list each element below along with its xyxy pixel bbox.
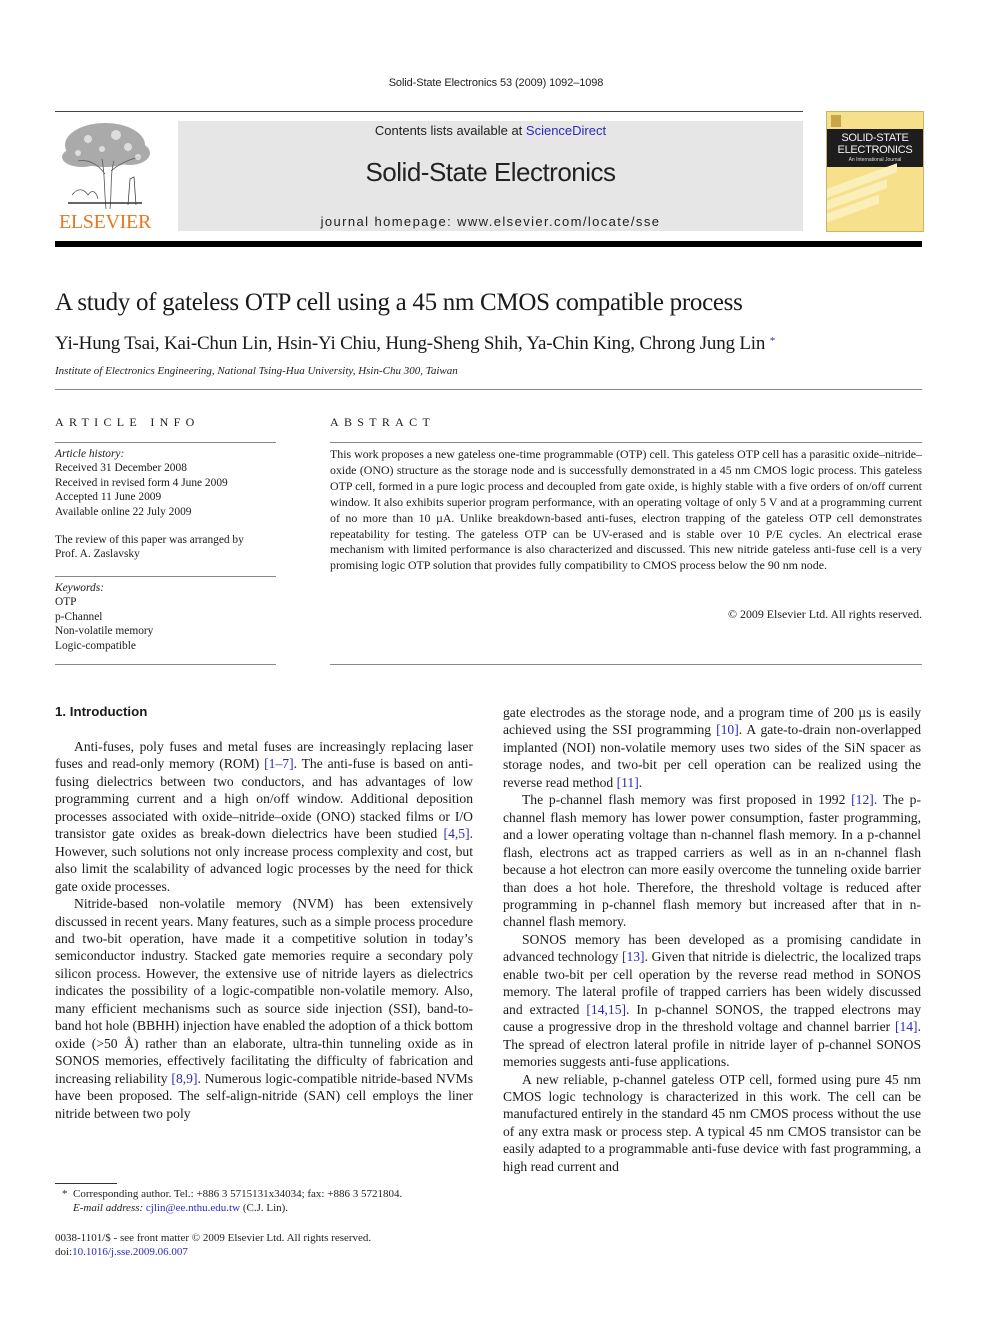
section-heading-introduction: 1. Introduction: [55, 704, 148, 719]
article-history: Article history: Received 31 December 20…: [55, 447, 280, 519]
affiliation: Institute of Electronics Engineering, Na…: [55, 365, 458, 377]
sciencedirect-link[interactable]: ScienceDirect: [526, 123, 606, 138]
keyword: Non-volatile memory: [55, 625, 154, 638]
issn-line: 0038-1101/$ - see front matter © 2009 El…: [55, 1232, 372, 1244]
body-paragraph: A new reliable, p-channel gateless OTP c…: [503, 1071, 921, 1176]
divider: [55, 442, 276, 443]
masthead-banner: Contents lists available at ScienceDirec…: [178, 121, 803, 231]
elsevier-tree-icon: [62, 123, 150, 210]
doi-link[interactable]: 10.1016/j.sse.2009.06.007: [72, 1246, 188, 1258]
running-head: Solid-State Electronics 53 (2009) 1092–1…: [388, 77, 604, 89]
body-column-right: gate electrodes as the storage node, and…: [503, 704, 921, 1175]
cover-subtitle: An International Journal: [848, 157, 902, 163]
keywords-label: Keywords:: [55, 582, 104, 594]
body-column-left: Anti-fuses, poly fuses and metal fuses a…: [55, 738, 473, 1122]
elsevier-logo[interactable]: ELSEVIER: [55, 119, 155, 234]
front-matter: 0038-1101/$ - see front matter © 2009 El…: [55, 1231, 371, 1260]
keyword: Logic-compatible: [55, 639, 136, 652]
citation-link[interactable]: [13]: [622, 949, 645, 964]
email-link[interactable]: cjlin@ee.nthu.edu.tw: [146, 1202, 240, 1214]
contents-prefix: Contents lists available at: [374, 123, 526, 138]
homepage-prefix: journal homepage:: [320, 214, 458, 229]
corresponding-author-footnote: * Corresponding author. Tel.: +886 3 571…: [62, 1187, 402, 1216]
keyword: p-Channel: [55, 610, 103, 623]
citation-link[interactable]: [14]: [895, 1019, 918, 1034]
body-text: A new reliable, p-channel gateless OTP c…: [503, 1071, 921, 1174]
citation-link[interactable]: [8,9]: [171, 1071, 197, 1086]
cover-title-line1: SOLID-STATE: [841, 132, 909, 144]
keywords: Keywords: OTP p-Channel Non-volatile mem…: [55, 581, 280, 653]
cover-title-line2: ELECTRONICS: [837, 144, 913, 156]
divider: [55, 576, 276, 577]
body-text: . The p-channel flash memory has lower p…: [503, 792, 921, 930]
abstract-text: This work proposes a new gateless one-ti…: [330, 447, 922, 573]
article-info-heading: ARTICLE INFO: [55, 415, 200, 429]
cover-publisher-mark-icon: [831, 115, 841, 127]
journal-cover-thumbnail[interactable]: SOLID-STATE ELECTRONICS An International…: [826, 111, 924, 232]
divider: [55, 389, 922, 390]
doi-line: doi:10.1016/j.sse.2009.06.007: [55, 1245, 371, 1259]
body-paragraph: gate electrodes as the storage node, and…: [503, 704, 921, 791]
divider: [55, 664, 276, 665]
doi-prefix: doi:: [55, 1246, 73, 1259]
journal-title: Solid-State Electronics: [365, 157, 616, 187]
body-paragraph: Anti-fuses, poly fuses and metal fuses a…: [55, 738, 473, 895]
footnote-contact: Corresponding author. Tel.: +886 3 57151…: [73, 1188, 403, 1200]
body-text: The p-channel flash memory was first pro…: [522, 792, 852, 808]
history-item: Received in revised form 4 June 2009: [55, 476, 228, 489]
history-item: Received 31 December 2008: [55, 462, 187, 475]
abstract-copyright: © 2009 Elsevier Ltd. All rights reserved…: [728, 607, 922, 621]
footnote-email-line: E-mail address: cjlin@ee.nthu.edu.tw (C.…: [62, 1201, 402, 1215]
body-paragraph: SONOS memory has been developed as a pro…: [503, 931, 921, 1071]
body-paragraph: Nitride-based non-volatile memory (NVM) …: [55, 895, 473, 1122]
citation-link[interactable]: [11]: [617, 775, 639, 790]
body-paragraph: The p-channel flash memory was first pro…: [503, 791, 921, 931]
citation-link[interactable]: [4,5]: [444, 826, 470, 841]
keyword: OTP: [55, 596, 77, 609]
footnote-line: * Corresponding author. Tel.: +886 3 571…: [62, 1187, 402, 1201]
cover-title: SOLID-STATE ELECTRONICS: [827, 132, 923, 156]
author-list: Yi-Hung Tsai, Kai-Chun Lin, Hsin-Yi Chiu…: [55, 333, 775, 355]
review-note: The review of this paper was arranged by…: [55, 533, 280, 562]
article-title: A study of gateless OTP cell using a 45 …: [55, 289, 743, 316]
history-item: Available online 22 July 2009: [55, 505, 192, 518]
elsevier-wordmark: ELSEVIER: [58, 211, 152, 233]
corresponding-author-mark[interactable]: *: [770, 335, 776, 347]
masthead-bottom-rule: [55, 241, 922, 247]
review-note-line: Prof. A. Zaslavsky: [55, 548, 140, 561]
citation-link[interactable]: [14,15]: [586, 1002, 626, 1017]
footnote-mark: *: [62, 1188, 68, 1200]
footnote-rule: [55, 1183, 117, 1184]
history-item: Accepted 11 June 2009: [55, 491, 162, 504]
citation-link[interactable]: [12]: [851, 792, 874, 807]
divider: [330, 664, 922, 665]
citation-link[interactable]: [10]: [716, 722, 739, 737]
body-text: .: [638, 774, 643, 790]
history-label: Article history:: [55, 448, 125, 460]
authors-text: Yi-Hung Tsai, Kai-Chun Lin, Hsin-Yi Chiu…: [55, 333, 766, 354]
divider: [330, 442, 922, 443]
review-note-line: The review of this paper was arranged by: [55, 534, 244, 546]
citation-link[interactable]: [1–7]: [264, 756, 293, 771]
masthead-top-rule: [55, 111, 803, 112]
body-text: Nitride-based non-volatile memory (NVM) …: [55, 896, 473, 1086]
email-suffix: (C.J. Lin).: [240, 1202, 289, 1215]
journal-homepage: journal homepage: www.elsevier.com/locat…: [178, 214, 803, 229]
abstract-heading: ABSTRACT: [330, 415, 436, 429]
contents-availability: Contents lists available at ScienceDirec…: [178, 121, 803, 138]
email-label: E-mail address:: [73, 1202, 146, 1215]
homepage-url[interactable]: www.elsevier.com/locate/sse: [457, 214, 660, 229]
